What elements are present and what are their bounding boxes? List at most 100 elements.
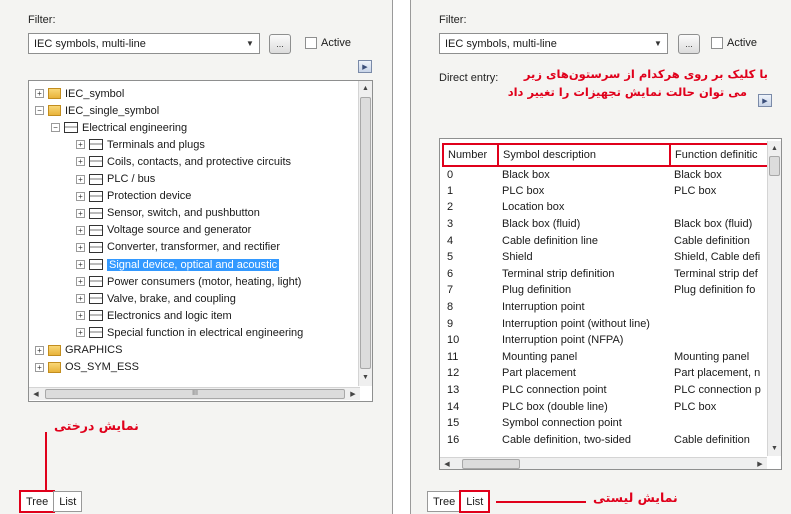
active-checkbox[interactable]: Active xyxy=(305,37,351,49)
table-cell: 12 xyxy=(447,367,460,380)
tree-item[interactable]: + Converter, transformer, and rectifier xyxy=(76,239,280,256)
expand-icon[interactable]: + xyxy=(76,260,85,269)
expand-icon[interactable]: + xyxy=(76,242,85,252)
expand-icon[interactable]: + xyxy=(76,328,85,338)
tree-item[interactable]: + Coils, contacts, and protective circuit… xyxy=(76,153,291,170)
table-row[interactable]: 12 Part placement Part placement, n xyxy=(443,365,768,382)
scroll-down-icon[interactable]: ▼ xyxy=(768,441,781,455)
navigate-arrow-icon[interactable]: ▶ xyxy=(358,60,372,73)
tree-vertical-scrollbar[interactable]: ▲ ▼ xyxy=(358,81,372,386)
table-body: 0 Black box Black box 1 PLC box PLC box 2 Locat… xyxy=(443,166,768,448)
tree-item[interactable]: + PLC / bus xyxy=(76,171,155,188)
scroll-right-icon[interactable]: ▶ xyxy=(753,458,767,469)
checkbox-box[interactable] xyxy=(711,37,723,49)
tree-item[interactable]: + Sensor, switch, and pushbutton xyxy=(76,205,260,222)
table-row[interactable]: 9 Interruption point (without line) xyxy=(443,315,768,332)
table-cell: Interruption point (NFPA) xyxy=(502,334,624,347)
table-row[interactable]: 7 Plug definition Plug definition fo xyxy=(443,282,768,299)
checkbox-box[interactable] xyxy=(305,37,317,49)
expand-icon[interactable]: + xyxy=(35,345,44,355)
symbol-list[interactable]: Number Symbol description Function definit… xyxy=(439,138,782,470)
expand-icon[interactable]: + xyxy=(76,140,85,150)
table-row[interactable]: 13 PLC connection point PLC connection p xyxy=(443,382,768,399)
table-row[interactable]: 11 Mounting panel Mounting panel xyxy=(443,349,768,366)
folder-icon xyxy=(48,88,61,99)
expand-icon[interactable]: + xyxy=(76,208,85,218)
expand-icon[interactable]: + xyxy=(76,311,85,321)
scroll-left-icon[interactable]: ◀ xyxy=(440,458,454,469)
scroll-down-icon[interactable]: ▼ xyxy=(359,370,372,384)
tab-tree[interactable]: Tree xyxy=(18,490,56,513)
tree-item[interactable]: + Electronics and logic item xyxy=(76,307,232,324)
tree-item[interactable]: + Voltage source and generator xyxy=(76,222,251,239)
symbol-tree[interactable]: + IEC_symbol − IEC_single_symbol − Electrical… xyxy=(28,80,373,402)
table-cell: Interruption point xyxy=(502,301,585,314)
expand-icon[interactable]: + xyxy=(76,157,85,167)
collapse-icon[interactable]: − xyxy=(35,106,44,116)
column-header[interactable]: Symbol description xyxy=(497,143,671,167)
column-header[interactable]: Number xyxy=(442,143,499,167)
table-row[interactable]: 2 Location box xyxy=(443,199,768,216)
table-cell: Cable definition xyxy=(674,234,750,247)
panel-gutter xyxy=(393,0,410,514)
filter-dropdown[interactable]: IEC symbols, multi-line ▼ xyxy=(439,33,668,54)
table-cell xyxy=(670,415,768,432)
table-cell: Location box xyxy=(502,201,565,214)
scroll-right-icon[interactable]: ▶ xyxy=(346,388,360,400)
tree-item[interactable]: + GRAPHICS xyxy=(35,342,122,359)
tree-item[interactable]: − IEC_single_symbol xyxy=(35,102,159,119)
table-row[interactable]: 8 Interruption point xyxy=(443,299,768,316)
tree-item[interactable]: + Valve, brake, and coupling xyxy=(76,290,236,307)
scroll-thumb-h[interactable]: III xyxy=(45,389,345,399)
column-header[interactable]: Function definitic xyxy=(669,143,769,167)
scroll-thumb[interactable] xyxy=(360,97,371,369)
active-checkbox[interactable]: Active xyxy=(711,37,757,49)
table-row[interactable]: 1 PLC box PLC box xyxy=(443,183,768,200)
tree-item[interactable]: + Signal device, optical and acoustic xyxy=(76,256,280,273)
filter-dropdown[interactable]: IEC symbols, multi-line ▼ xyxy=(28,33,260,54)
table-row[interactable]: 4 Cable definition line Cable definition xyxy=(443,232,768,249)
tree-item[interactable]: + Power consumers (motor, heating, light) xyxy=(76,273,301,290)
list-vertical-scrollbar[interactable]: ▲ ▼ xyxy=(767,141,781,456)
table-row[interactable]: 5 Shield Shield, Cable defi xyxy=(443,249,768,266)
expand-icon[interactable]: + xyxy=(76,225,85,235)
table-row[interactable]: 10 Interruption point (NFPA) xyxy=(443,332,768,349)
expand-icon[interactable]: + xyxy=(76,191,85,201)
symbol-library-icon xyxy=(89,139,103,151)
tree-item[interactable]: + IEC_symbol xyxy=(35,85,124,102)
scroll-thumb-h[interactable] xyxy=(462,459,520,469)
tab-tree[interactable]: Tree xyxy=(427,491,462,512)
table-row[interactable]: 3 Black box (fluid) Black box (fluid) xyxy=(443,216,768,233)
table-cell: Black box xyxy=(674,168,722,181)
collapse-icon[interactable]: − xyxy=(51,123,60,133)
scroll-left-icon[interactable]: ◀ xyxy=(29,388,43,400)
expand-icon[interactable]: + xyxy=(76,277,85,287)
expand-icon[interactable]: + xyxy=(76,174,85,184)
tab-list[interactable]: List xyxy=(53,491,83,512)
expand-icon[interactable]: + xyxy=(76,294,85,304)
expand-icon[interactable]: + xyxy=(35,362,44,372)
list-horizontal-scrollbar[interactable]: ◀ ▶ xyxy=(440,457,767,469)
table-row[interactable]: 14 PLC box (double line) PLC box xyxy=(443,398,768,415)
tab-list[interactable]: List xyxy=(459,490,491,513)
tree-item[interactable]: + Terminals and plugs xyxy=(76,136,205,153)
table-row[interactable]: 15 Symbol connection point xyxy=(443,415,768,432)
table-row[interactable]: 6 Terminal strip definition Terminal strip… xyxy=(443,266,768,283)
tree-item[interactable]: + Special function in electrical engineer… xyxy=(76,324,303,341)
table-cell: Mounting panel xyxy=(502,350,578,363)
scroll-up-icon[interactable]: ▲ xyxy=(359,81,372,95)
tree-item[interactable]: + Protection device xyxy=(76,188,191,205)
expand-icon[interactable]: + xyxy=(35,89,44,98)
table-row[interactable]: 16 Cable definition, two-sided Cable defin… xyxy=(443,432,768,449)
scroll-up-icon[interactable]: ▲ xyxy=(768,141,781,155)
table-row[interactable]: 0 Black box Black box xyxy=(443,166,768,183)
filter-more-button[interactable]: ... xyxy=(269,34,291,54)
scroll-thumb[interactable] xyxy=(769,156,780,176)
table-cell: Black box (fluid) xyxy=(674,218,753,231)
tree-item[interactable]: − Electrical engineering xyxy=(51,119,187,136)
tree-item[interactable]: + OS_SYM_ESS xyxy=(35,359,139,376)
table-cell: Plug definition xyxy=(502,284,572,297)
tree-horizontal-scrollbar[interactable]: ◀ III ▶ xyxy=(29,387,360,400)
filter-more-button[interactable]: ... xyxy=(678,34,700,54)
navigate-arrow-icon[interactable]: ▶ xyxy=(758,94,772,107)
